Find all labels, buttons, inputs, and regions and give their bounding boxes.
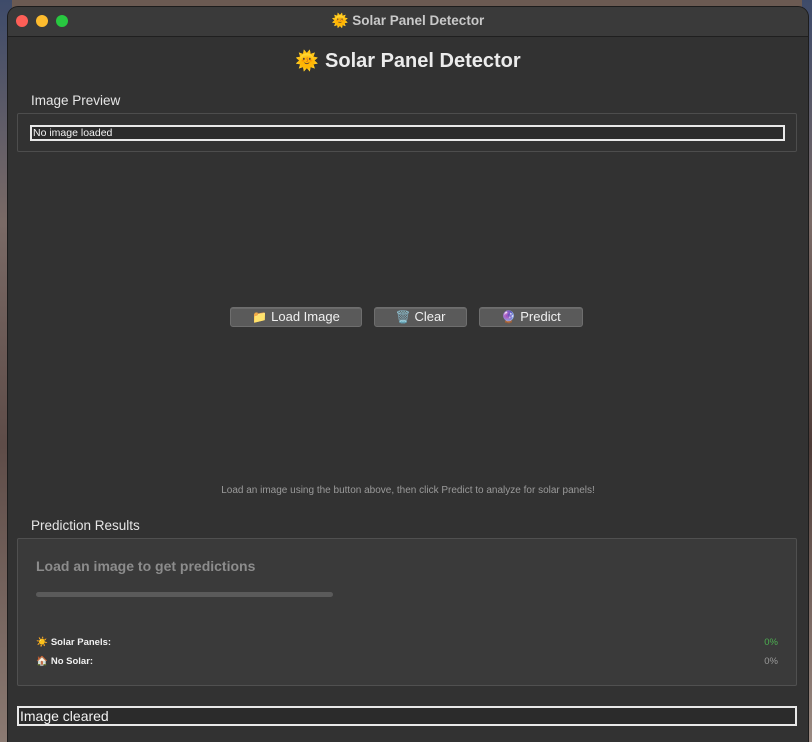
no-solar-label: 🏠 No Solar: xyxy=(36,656,93,667)
predict-label: Predict xyxy=(520,309,561,324)
solar-panels-row: ☀️ Solar Panels: 0% xyxy=(36,637,778,651)
prediction-results-panel: Load an image to get predictions ☀️ Solar… xyxy=(17,538,797,686)
prediction-status: Load an image to get predictions xyxy=(36,558,256,574)
confidence-progress-bar xyxy=(36,592,333,597)
image-preview-status: No image loaded xyxy=(30,125,785,141)
sun-face-icon: 🌞 xyxy=(331,13,349,28)
folder-icon: 📁 xyxy=(252,310,268,324)
status-bar: Image cleared xyxy=(17,706,797,726)
app-window: 🌞 Solar Panel Detector 🌞 Solar Panel Dete… xyxy=(8,7,808,742)
page-title-text: Solar Panel Detector xyxy=(325,50,521,72)
window-title: 🌞 Solar Panel Detector xyxy=(8,13,808,29)
action-buttons: 📁 Load Image 🗑️ Clear 🔮 Predict xyxy=(8,307,808,327)
clear-button[interactable]: 🗑️ Clear xyxy=(374,307,467,327)
image-preview-frame: No image loaded xyxy=(17,113,797,152)
prediction-results-label: Prediction Results xyxy=(31,518,140,533)
instruction-hint: Load an image using the button above, th… xyxy=(221,485,595,496)
load-image-button[interactable]: 📁 Load Image xyxy=(230,307,362,327)
trash-icon: 🗑️ xyxy=(395,310,411,324)
clear-label: Clear xyxy=(414,309,446,324)
solar-panels-label-text: Solar Panels: xyxy=(50,637,112,648)
solar-panels-label: ☀️ Solar Panels: xyxy=(36,637,111,648)
sun-icon: ☀️ xyxy=(36,637,48,648)
title-bar[interactable]: 🌞 Solar Panel Detector xyxy=(8,7,808,37)
house-icon: 🏠 xyxy=(36,656,48,667)
load-image-label: Load Image xyxy=(271,309,340,324)
predict-button[interactable]: 🔮 Predict xyxy=(479,307,583,327)
crystal-ball-icon: 🔮 xyxy=(501,310,517,324)
solar-panels-value: 0% xyxy=(764,637,778,648)
image-preview-label: Image Preview xyxy=(31,93,121,108)
sun-icon: 🌞 xyxy=(295,51,320,72)
no-solar-label-text: No Solar: xyxy=(50,656,94,667)
page-title: 🌞 Solar Panel Detector xyxy=(8,49,808,79)
window-title-text: Solar Panel Detector xyxy=(352,13,485,28)
no-solar-value: 0% xyxy=(764,656,778,667)
no-solar-row: 🏠 No Solar: 0% xyxy=(36,656,778,670)
